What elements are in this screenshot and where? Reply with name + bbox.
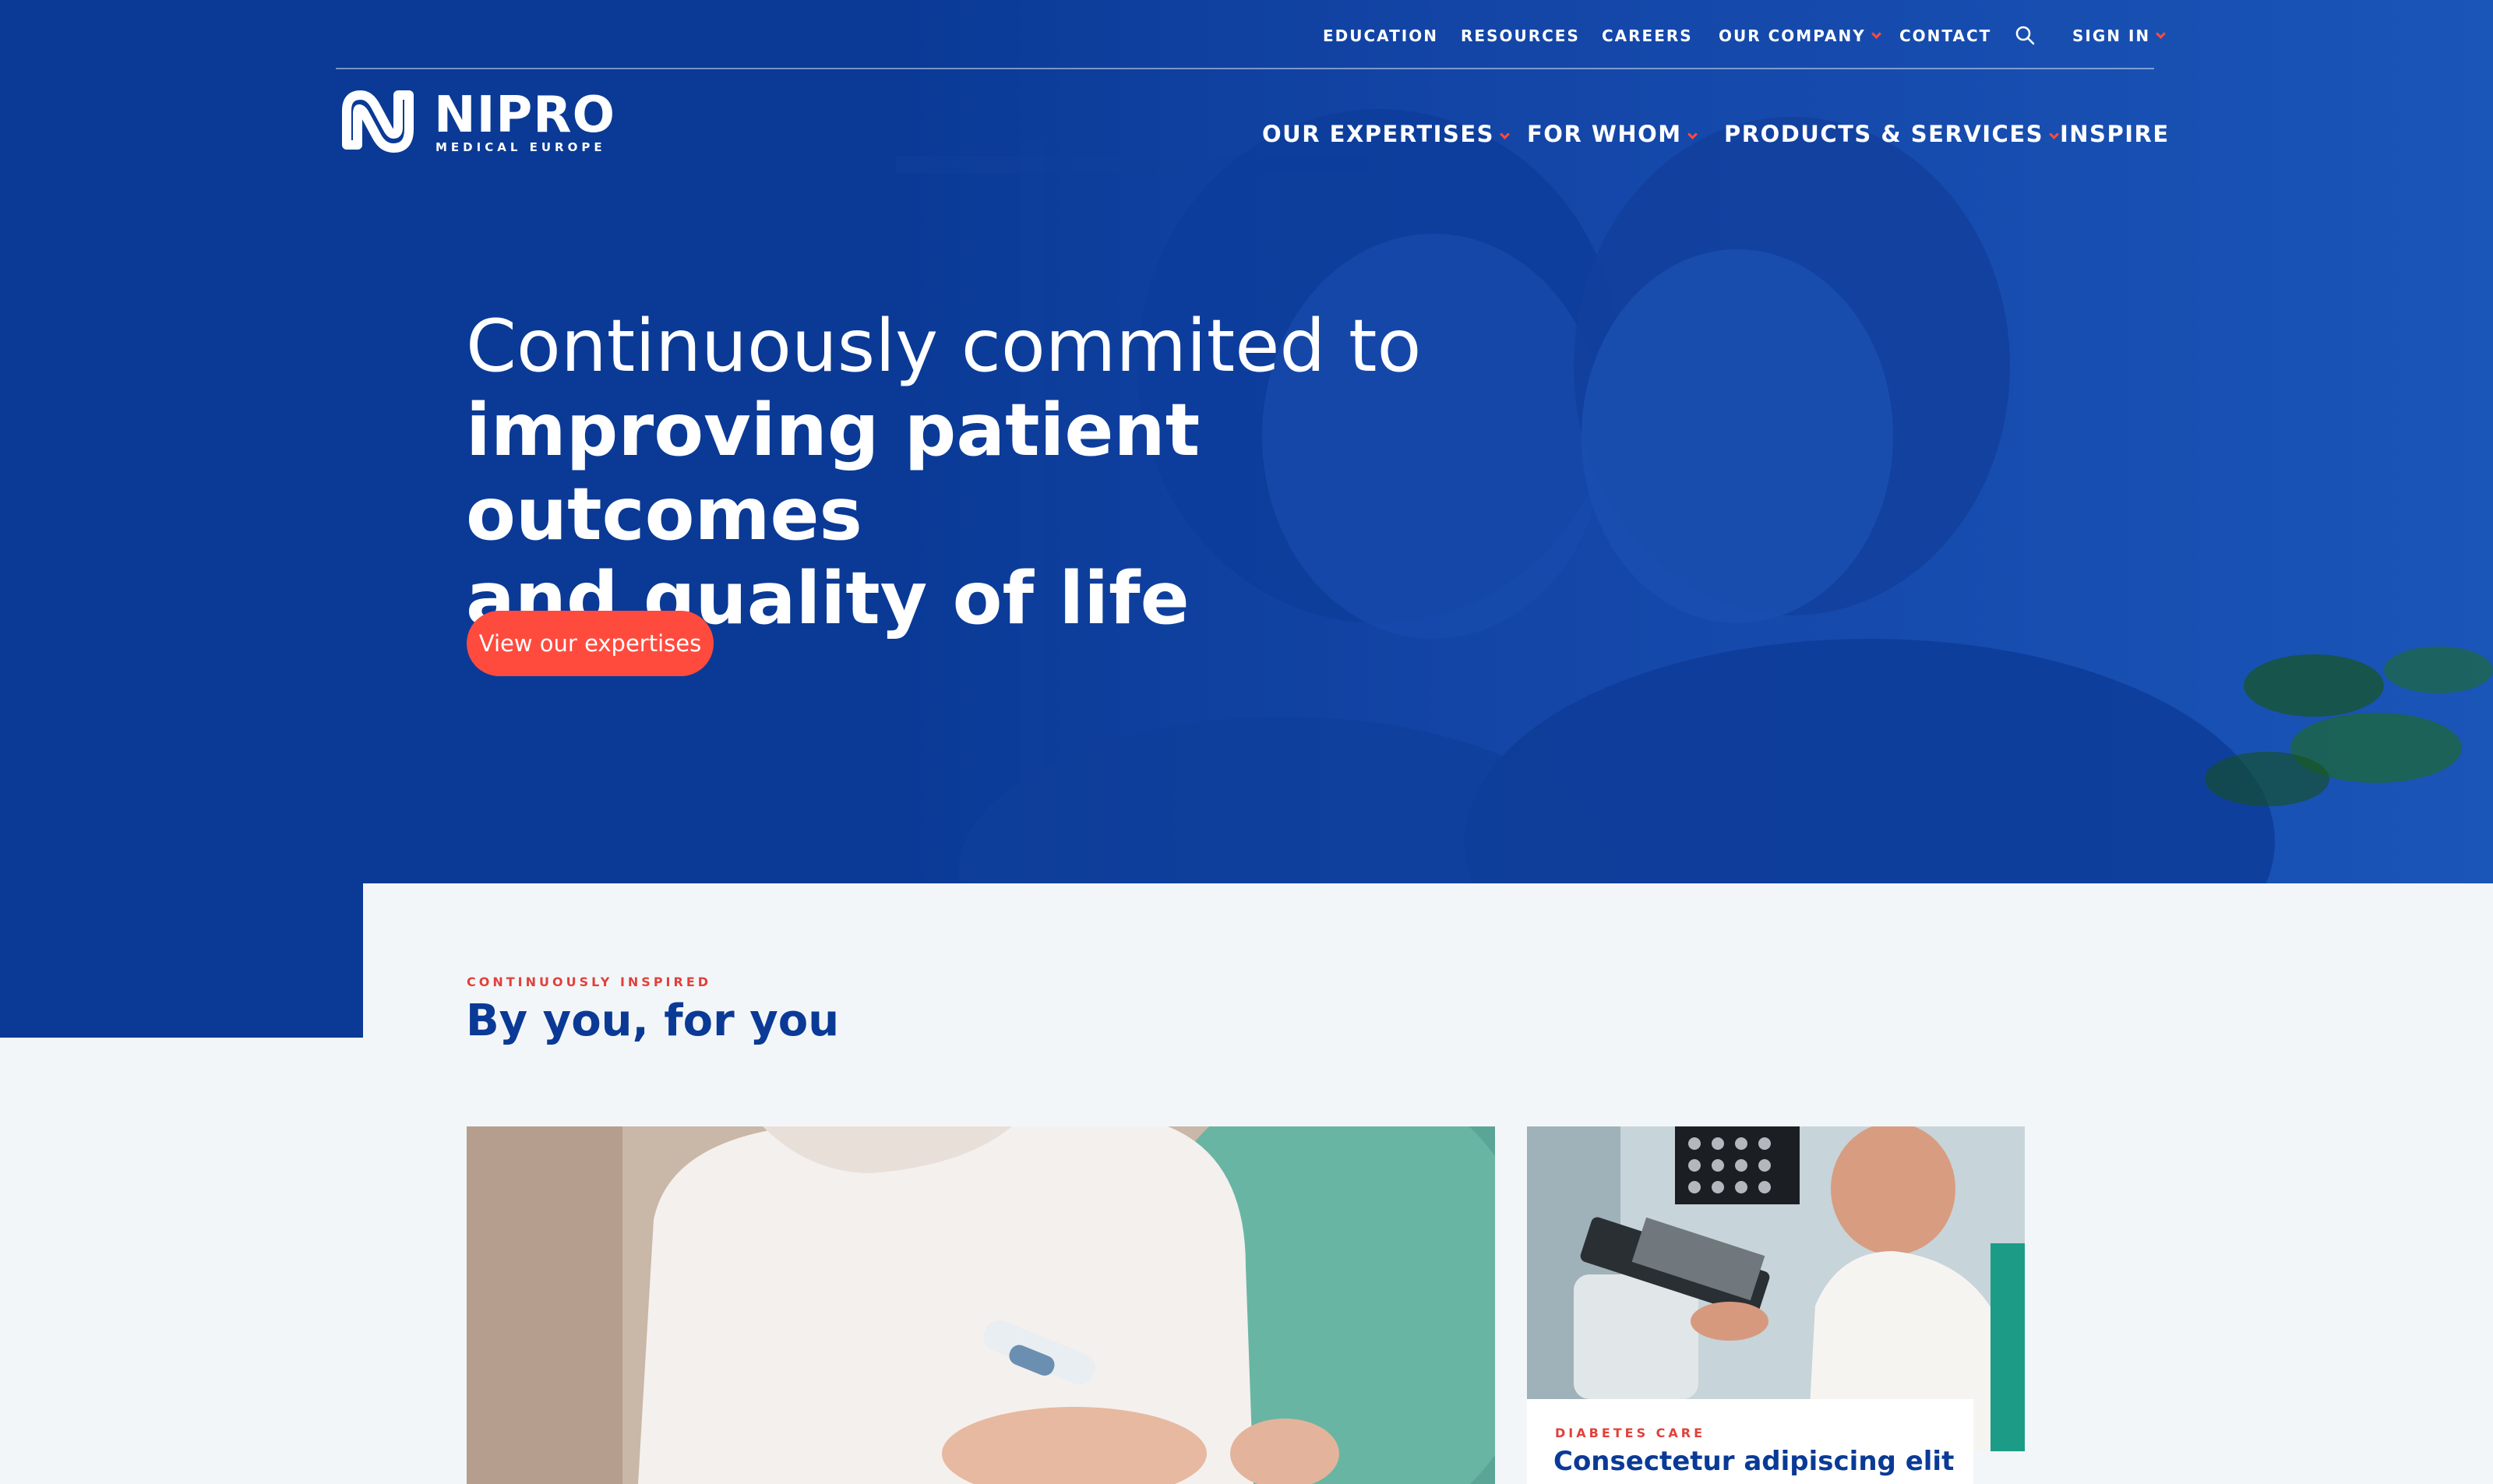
chevron-down-icon <box>2156 29 2167 39</box>
card-category-tag: DIABETES CARE <box>1555 1426 1706 1440</box>
utility-nav-our-company[interactable]: OUR COMPANY <box>1719 26 1881 45</box>
logo-wordmark: NIPRO <box>434 86 615 144</box>
blue-accent-block <box>0 883 363 1038</box>
main-nav-our-expertises[interactable]: OUR EXPERTISES <box>1262 121 1510 147</box>
utility-nav-contact[interactable]: CONTACT <box>1899 26 1991 45</box>
hero-title: Continuously commited to improving patie… <box>466 304 1557 640</box>
utility-nav-careers[interactable]: CAREERS <box>1602 26 1693 45</box>
nipro-logo-mark <box>336 89 415 153</box>
logo-subtitle: MEDICAL EUROPE <box>435 140 606 154</box>
view-expertises-button[interactable]: View our expertises <box>467 611 714 676</box>
chevron-down-icon <box>1500 129 1510 139</box>
main-nav-products-services[interactable]: PRODUCTS & SERVICES <box>1724 121 2059 147</box>
sign-in-label: SIGN IN <box>2072 26 2151 45</box>
chevron-down-icon <box>2049 129 2059 139</box>
featured-card-image[interactable] <box>467 1126 1495 1484</box>
nipro-logo[interactable]: NIPRO MEDICAL EUROPE <box>336 86 615 156</box>
hero-section: EDUCATION RESOURCES CAREERS OUR COMPANY … <box>0 0 2493 883</box>
main-nav-for-whom[interactable]: FOR WHOM <box>1527 121 1698 147</box>
main-nav-products-services-label: PRODUCTS & SERVICES <box>1724 121 2044 147</box>
chevron-down-icon <box>1871 29 1881 39</box>
diabetes-card[interactable]: DIABETES CARE Consectetur adipiscing eli… <box>1527 1399 1973 1484</box>
utility-nav-education[interactable]: EDUCATION <box>1323 26 1438 45</box>
main-nav-for-whom-label: FOR WHOM <box>1527 121 1682 147</box>
sign-in-menu[interactable]: SIGN IN <box>2072 26 2167 45</box>
header-divider <box>336 68 2154 69</box>
section-title: By you, for you <box>466 996 840 1046</box>
main-nav-our-expertises-label: OUR EXPERTISES <box>1262 121 1495 147</box>
search-icon[interactable] <box>2015 25 2035 45</box>
hero-title-line1: Continuously commited to <box>466 304 1422 388</box>
card-title[interactable]: Consectetur adipiscing elit <box>1553 1446 1954 1477</box>
main-nav-inspire[interactable]: INSPIRE <box>2060 121 2170 147</box>
utility-nav-resources[interactable]: RESOURCES <box>1461 26 1580 45</box>
chevron-down-icon <box>1687 129 1698 139</box>
hero-title-line2: improving patient outcomes <box>466 388 1201 556</box>
utility-nav-our-company-label: OUR COMPANY <box>1719 26 1866 45</box>
section-eyebrow: CONTINUOUSLY INSPIRED <box>467 975 712 989</box>
utility-nav: EDUCATION RESOURCES CAREERS OUR COMPANY … <box>0 0 2493 69</box>
